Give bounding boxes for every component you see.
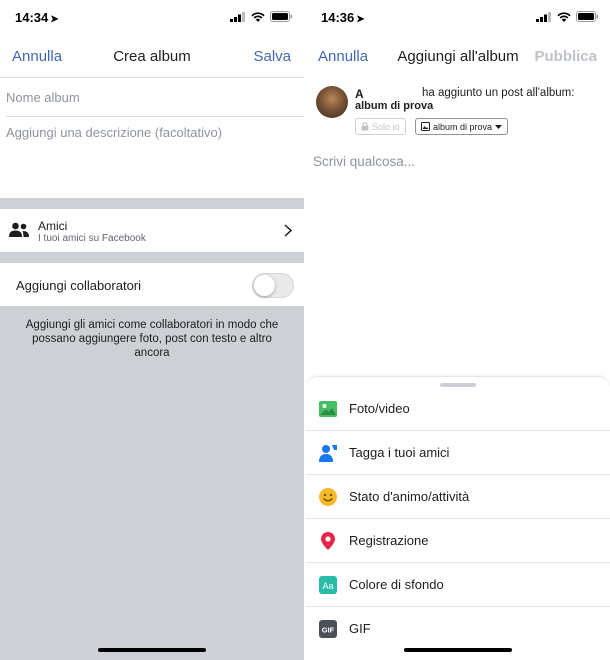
battery-icon xyxy=(576,11,598,22)
post-action-text: ha aggiunto un post all'album: xyxy=(422,87,575,99)
signal-icon xyxy=(230,11,245,22)
friends-icon xyxy=(9,222,29,237)
location-arrow-icon: ➤ xyxy=(356,14,365,25)
lock-icon xyxy=(361,122,369,131)
collaborators-row: Aggiungi collaboratori xyxy=(0,263,304,306)
album-chip-label: album di prova xyxy=(433,121,493,132)
album-chip[interactable]: album di prova xyxy=(415,118,509,135)
option-label: Stato d'animo/attività xyxy=(349,489,470,504)
privacy-chip[interactable]: Solo io xyxy=(355,118,406,135)
add-to-album-screen: 14:36 ➤ Annulla Aggiungi all'album Pubbli… xyxy=(306,0,610,660)
status-bar: 14:34 ➤ xyxy=(0,0,304,34)
option-label: Registrazione xyxy=(349,533,429,548)
album-description-field[interactable]: Aggiungi una descrizione (facoltativo) xyxy=(6,125,222,140)
option-label: Tagga i tuoi amici xyxy=(349,445,450,460)
svg-text:Aa: Aa xyxy=(322,581,333,591)
post-options-sheet: Foto/video Tagga i tuoi amici Stato d'an… xyxy=(306,376,610,660)
post-album-name: album di prova xyxy=(355,100,434,112)
svg-text:GIF: GIF xyxy=(322,626,335,635)
option-label: Colore di sfondo xyxy=(349,577,444,592)
chevron-right-icon xyxy=(284,224,292,237)
nav-bar: Annulla Aggiungi all'album Pubblica xyxy=(306,34,610,78)
text-background-icon: Aa xyxy=(319,576,337,594)
privacy-title: Amici xyxy=(38,219,68,233)
option-check-in[interactable]: Registrazione xyxy=(306,519,610,563)
status-bar: 14:36 ➤ xyxy=(306,0,610,34)
location-pin-icon xyxy=(321,532,335,550)
privacy-chip-label: Solo io xyxy=(372,121,400,132)
album-name-field[interactable]: Nome album xyxy=(6,90,80,105)
option-label: GIF xyxy=(349,621,371,636)
privacy-selector[interactable]: Amici I tuoi amici su Facebook xyxy=(0,209,304,252)
compose-input[interactable]: Scrivi qualcosa... xyxy=(313,154,415,169)
status-time: 14:36 xyxy=(321,10,355,25)
home-indicator xyxy=(98,648,206,652)
option-background-color[interactable]: Aa Colore di sfondo xyxy=(306,563,610,607)
post-author: A xyxy=(355,87,364,101)
album-form: Nome album Aggiungi una descrizione (fac… xyxy=(0,78,304,198)
photo-icon xyxy=(319,401,337,417)
save-button[interactable]: Salva xyxy=(253,48,291,65)
tag-friends-icon xyxy=(319,445,337,462)
option-gif[interactable]: GIF GIF xyxy=(306,607,610,651)
collaborators-label: Aggiungi collaboratori xyxy=(16,278,142,293)
signal-icon xyxy=(536,11,551,22)
status-time: 14:34 xyxy=(15,10,49,25)
collaborators-help-text: Aggiungi gli amici come collaboratori in… xyxy=(25,319,279,359)
toggle-knob xyxy=(254,275,275,296)
option-feeling-activity[interactable]: Stato d'animo/attività xyxy=(306,475,610,519)
emoji-icon xyxy=(319,488,337,506)
avatar xyxy=(316,86,348,118)
privacy-subtitle: I tuoi amici su Facebook xyxy=(38,233,146,244)
field-divider xyxy=(6,116,304,117)
album-icon xyxy=(421,122,430,131)
battery-icon xyxy=(270,11,292,22)
option-photo-video[interactable]: Foto/video xyxy=(306,387,610,431)
wifi-icon xyxy=(251,11,265,22)
wifi-icon xyxy=(557,11,571,22)
collaborators-toggle[interactable] xyxy=(252,273,294,298)
publish-button[interactable]: Pubblica xyxy=(534,48,597,65)
home-indicator xyxy=(404,648,512,652)
caret-down-icon xyxy=(495,124,503,129)
location-arrow-icon: ➤ xyxy=(50,14,59,25)
nav-bar: Annulla Crea album Salva xyxy=(0,34,304,78)
create-album-screen: 14:34 ➤ Annulla Crea album Salva Nome alb… xyxy=(0,0,304,660)
gif-icon: GIF xyxy=(319,620,337,638)
option-label: Foto/video xyxy=(349,401,410,416)
option-tag-friends[interactable]: Tagga i tuoi amici xyxy=(306,431,610,475)
